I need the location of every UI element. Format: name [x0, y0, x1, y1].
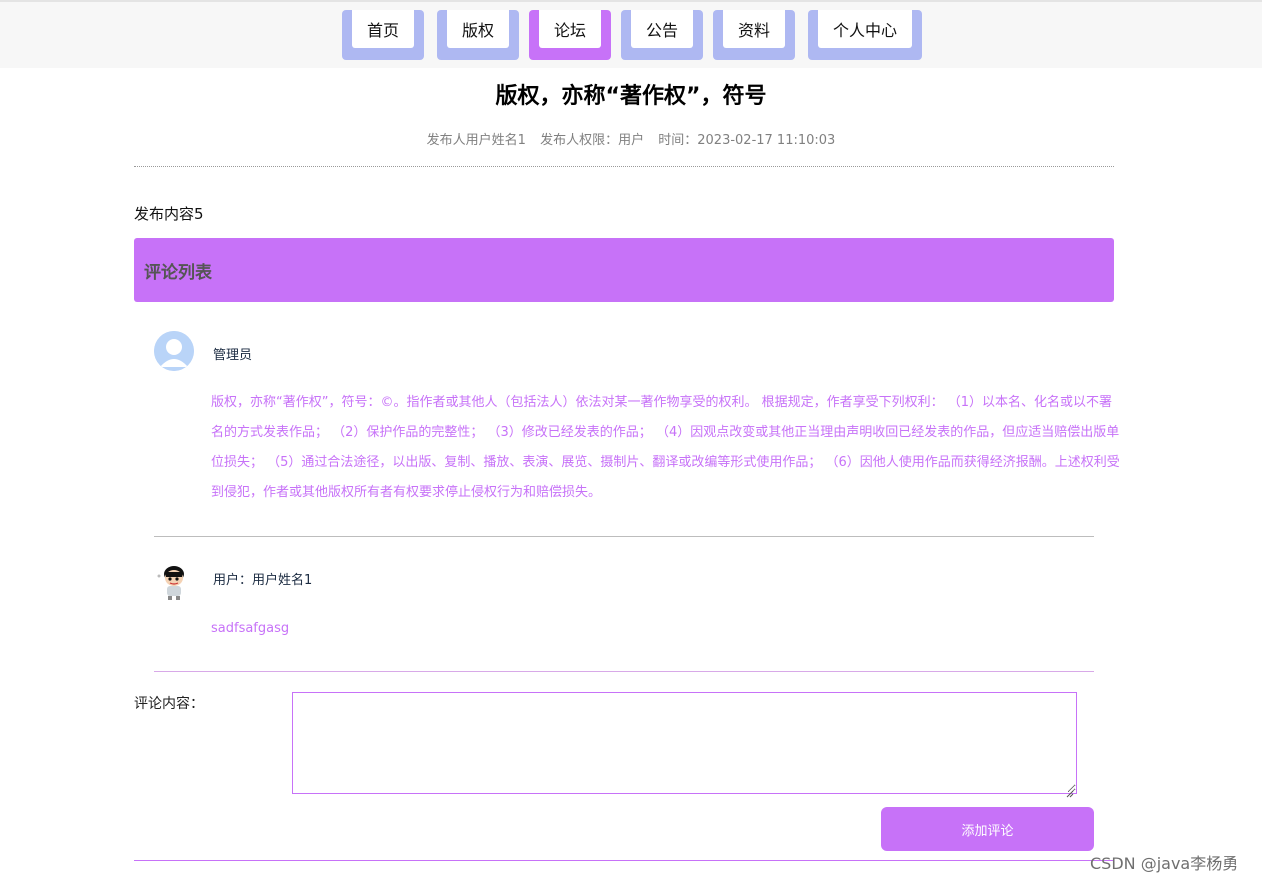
- post-publisher: 发布人用户姓名1: [426, 133, 526, 148]
- nav-tab-forum[interactable]: 论坛: [529, 10, 611, 60]
- divider: [134, 860, 1114, 861]
- nav-tab-copyright-label[interactable]: 版权: [447, 10, 509, 48]
- comment-input[interactable]: [292, 692, 1077, 794]
- nav-tab-forum-label[interactable]: 论坛: [539, 10, 601, 48]
- comment-author: 管理员: [213, 348, 253, 363]
- post-time: 时间：2023-02-17 11:10:03: [658, 133, 836, 148]
- comment-author: 用户：用户姓名1: [213, 573, 313, 588]
- comment-list-title: 评论列表: [144, 262, 212, 283]
- post-meta: 发布人用户姓名1 发布人权限：用户 时间：2023-02-17 11:10:03: [0, 129, 1262, 148]
- post-title: 版权，亦称“著作权”，符号: [495, 84, 767, 109]
- cartoon-boy-avatar-icon: [154, 562, 194, 602]
- nav-tab-announcement-label[interactable]: 公告: [631, 10, 693, 48]
- comment-separator: [154, 536, 1094, 537]
- divider: [134, 166, 1114, 167]
- default-user-avatar-icon: [154, 331, 194, 371]
- add-comment-button[interactable]: 添加评论: [881, 807, 1094, 851]
- nav-tab-home[interactable]: 首页: [342, 10, 424, 60]
- post-permission: 发布人权限：用户: [540, 133, 645, 148]
- comment-separator: [154, 671, 1094, 672]
- watermark: CSDN @java李杨勇: [1090, 854, 1239, 873]
- textarea-resize-icon[interactable]: [1066, 783, 1074, 798]
- nav-tab-materials[interactable]: 资料: [713, 10, 795, 60]
- top-nav-bar: 首页 版权 论坛 公告 资料 个人中心: [0, 0, 1262, 68]
- comment-text: sadfsafgasg: [211, 621, 290, 636]
- nav-tab-announcement[interactable]: 公告: [621, 10, 703, 60]
- nav-tab-profile[interactable]: 个人中心: [808, 10, 922, 60]
- nav-tab-materials-label[interactable]: 资料: [723, 10, 785, 48]
- nav-tab-copyright[interactable]: 版权: [437, 10, 519, 60]
- comment-content-label: 评论内容：: [134, 696, 204, 712]
- nav-tab-profile-label[interactable]: 个人中心: [818, 10, 912, 48]
- post-content: 发布内容5: [134, 205, 204, 223]
- comment-list-header: 评论列表: [134, 238, 1114, 302]
- comment-text: 版权，亦称“著作权”，符号：©。指作者或其他人（包括法人）依法对某一著作物享受的…: [211, 395, 1120, 500]
- nav-tab-home-label[interactable]: 首页: [352, 10, 414, 48]
